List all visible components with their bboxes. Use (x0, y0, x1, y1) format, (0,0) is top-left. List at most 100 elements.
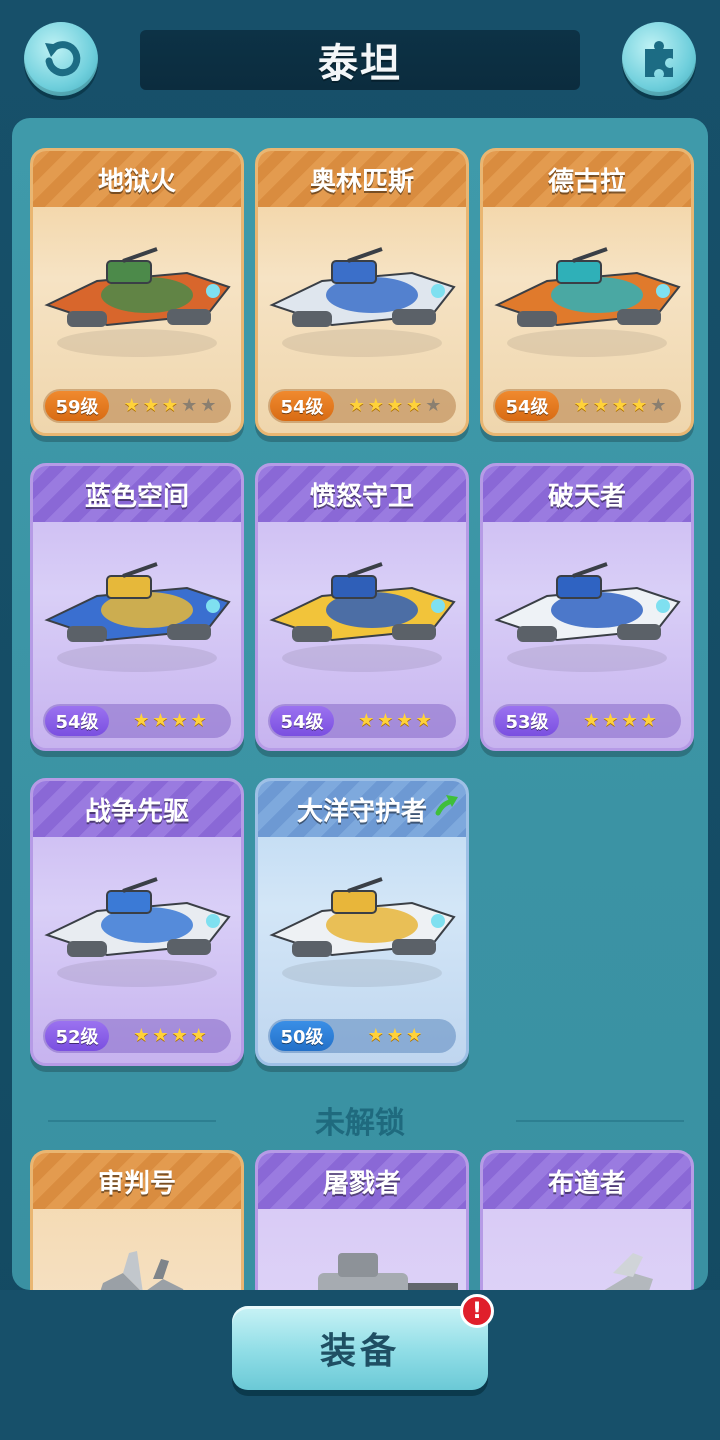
level-badge: 59级 (45, 391, 109, 421)
locked-ship-name: 屠戮者 (258, 1153, 466, 1209)
locked-section-label: 未解锁 (315, 1106, 405, 1141)
ship-card-0[interactable]: 地狱火 59级 ★ ★ ★ ★ ★ (30, 148, 244, 436)
back-arrow-icon (45, 41, 81, 77)
star-icon: ★ (161, 395, 179, 416)
ship-image (33, 522, 241, 698)
star-icon: ★ (152, 1025, 169, 1046)
star-rating: ★ ★ ★ ★ ★ (334, 397, 456, 415)
back-button[interactable] (24, 22, 98, 96)
star-icon: ★ (142, 395, 159, 416)
star-icon: ★ (386, 395, 404, 416)
ship-card-5[interactable]: 破天者 53级 ★ ★ ★ ★ (480, 463, 694, 751)
star-icon: ★ (415, 710, 432, 731)
star-rating: ★ ★ ★ ★ (334, 712, 456, 730)
star-icon: ★ (133, 1025, 150, 1046)
locked-ship-image (604, 1253, 653, 1290)
star-icon: ★ (583, 710, 600, 731)
star-icon: ★ (396, 710, 413, 731)
locked-ship-image (100, 1251, 184, 1290)
level-badge: 54级 (270, 706, 334, 736)
star-icon: ★ (171, 710, 188, 731)
level-badge: 53级 (495, 706, 559, 736)
ship-image (258, 522, 466, 698)
page-title: 泰坦 (318, 41, 402, 87)
ship-image (33, 207, 241, 383)
ship-image (33, 837, 241, 1013)
ship-name: 地狱火 (33, 151, 241, 207)
level-badge: 52级 (45, 1021, 109, 1051)
star-rating: ★ ★ ★ ★ (109, 1027, 231, 1045)
star-icon: ★ (406, 395, 423, 416)
star-icon: ★ (367, 1025, 384, 1046)
ship-stats: 54级 ★ ★ ★ ★ ★ (268, 389, 456, 423)
locked-section-divider: 未解锁 (12, 1093, 708, 1147)
ship-stats: 54级 ★ ★ ★ ★ (43, 704, 231, 738)
star-icon: ★ (650, 395, 667, 416)
star-icon: ★ (592, 395, 609, 416)
ship-name: 奥林匹斯 (258, 151, 466, 207)
header: 泰坦 (0, 0, 720, 120)
star-icon: ★ (631, 395, 648, 416)
ship-name: 德古拉 (483, 151, 691, 207)
locked-ship-card-0[interactable]: 审判号 (30, 1150, 244, 1290)
star-icon: ★ (358, 710, 375, 731)
locked-ship-name: 审判号 (33, 1153, 241, 1209)
star-icon: ★ (377, 710, 394, 731)
star-icon: ★ (386, 1025, 404, 1046)
star-rating: ★ ★ ★ ★ (559, 712, 681, 730)
ship-stats: 59级 ★ ★ ★ ★ ★ (43, 389, 231, 423)
level-badge: 54级 (45, 706, 109, 736)
upgrade-arrow-icon (435, 795, 458, 816)
star-icon: ★ (181, 395, 198, 416)
settings-button[interactable] (622, 22, 696, 96)
ship-card-7[interactable]: 大洋守护者 50级 ★ ★ ★ (255, 778, 469, 1066)
star-icon: ★ (573, 395, 590, 416)
puzzle-icon (645, 41, 673, 77)
ship-card-2[interactable]: 德古拉 54级 ★ ★ ★ ★ ★ (480, 148, 694, 436)
locked-ship-card-2[interactable]: 布道者 (480, 1150, 694, 1290)
ship-stats: 54级 ★ ★ ★ ★ ★ (493, 389, 681, 423)
star-icon: ★ (367, 395, 384, 416)
equip-alert-badge: ! (460, 1294, 494, 1328)
locked-ship-image (318, 1253, 458, 1290)
star-icon: ★ (171, 1025, 188, 1046)
star-icon: ★ (611, 395, 629, 416)
ship-card-4[interactable]: 愤怒守卫 54级 ★ ★ ★ ★ (255, 463, 469, 751)
equip-button[interactable]: 装备 (232, 1306, 488, 1390)
level-badge: 50级 (270, 1021, 334, 1051)
ship-card-3[interactable]: 蓝色空间 54级 ★ ★ ★ ★ (30, 463, 244, 751)
star-icon: ★ (190, 710, 207, 731)
star-rating: ★ ★ ★ ★ ★ (109, 397, 231, 415)
star-icon: ★ (640, 710, 657, 731)
star-rating: ★ ★ ★ (334, 1027, 456, 1045)
star-icon: ★ (406, 1025, 423, 1046)
star-icon: ★ (621, 710, 638, 731)
ship-image (483, 522, 691, 698)
ship-stats: 54级 ★ ★ ★ ★ (268, 704, 456, 738)
ship-name: 战争先驱 (33, 781, 241, 837)
ship-stats: 52级 ★ ★ ★ ★ (43, 1019, 231, 1053)
ship-stats: 50级 ★ ★ ★ (268, 1019, 456, 1053)
star-icon: ★ (425, 395, 442, 416)
level-badge: 54级 (495, 391, 559, 421)
star-rating: ★ ★ ★ ★ ★ (559, 397, 681, 415)
ship-image (258, 837, 466, 1013)
ship-image (258, 207, 466, 383)
star-icon: ★ (200, 395, 217, 416)
star-rating: ★ ★ ★ ★ (109, 712, 231, 730)
star-icon: ★ (152, 710, 169, 731)
ship-image (483, 207, 691, 383)
ship-name: 蓝色空间 (33, 466, 241, 522)
locked-ship-card-1[interactable]: 屠戮者 (255, 1150, 469, 1290)
star-icon: ★ (190, 1025, 207, 1046)
ship-card-1[interactable]: 奥林匹斯 54级 ★ ★ ★ ★ ★ (255, 148, 469, 436)
ship-card-6[interactable]: 战争先驱 52级 ★ ★ ★ ★ (30, 778, 244, 1066)
ship-name: 愤怒守卫 (258, 466, 466, 522)
star-icon: ★ (133, 710, 150, 731)
star-icon: ★ (602, 710, 619, 731)
ship-stats: 53级 ★ ★ ★ ★ (493, 704, 681, 738)
ship-list-panel: 地狱火 59级 ★ ★ ★ ★ ★ 奥林匹斯 54级 ★ ★ ★ ★ ★ 德古拉 54级 ★ ★ ★… (12, 118, 708, 1290)
ship-name: 破天者 (483, 466, 691, 522)
star-icon: ★ (123, 395, 140, 416)
level-badge: 54级 (270, 391, 334, 421)
